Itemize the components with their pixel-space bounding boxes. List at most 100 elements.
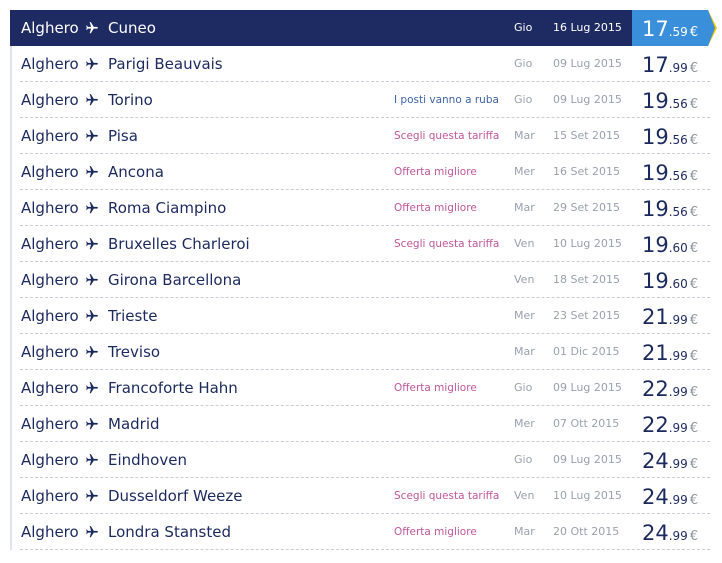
destination-city: Pisa	[108, 127, 138, 145]
departure-date: 16 Lug 2015	[553, 21, 622, 34]
departure-date: 09 Lug 2015	[553, 381, 622, 394]
weekday: Ven	[514, 237, 535, 250]
plane-icon	[86, 130, 98, 142]
departure-date: 09 Lug 2015	[553, 453, 622, 466]
flight-row[interactable]: Alghero Parigi Beauvais Gio 09 Lug 2015 …	[10, 46, 722, 82]
flight-row[interactable]: Alghero Francoforte Hahn Offerta miglior…	[10, 370, 722, 406]
origin-city: Alghero	[21, 415, 79, 433]
flight-row[interactable]: Alghero Torino I posti vanno a ruba Gio …	[10, 82, 722, 118]
currency-symbol: €	[689, 241, 699, 256]
destination-city: Ancona	[108, 163, 164, 181]
price-integer: 17	[642, 53, 669, 77]
flight-row[interactable]: Alghero Trieste Mer 23 Set 2015 21.99 €	[10, 298, 722, 334]
destination-city: Parigi Beauvais	[108, 55, 223, 73]
price-decimal: .99	[668, 493, 688, 507]
departure-date: 29 Set 2015	[553, 201, 621, 214]
currency-symbol: €	[689, 529, 699, 544]
currency-symbol: €	[689, 97, 699, 112]
departure-date: 16 Set 2015	[553, 165, 621, 178]
currency-symbol: €	[689, 457, 699, 472]
plane-icon	[86, 490, 98, 502]
price-integer: 19	[642, 161, 669, 185]
flight-row[interactable]: Alghero Eindhoven Gio 09 Lug 2015 24.99 €	[10, 442, 722, 478]
flight-row-selected[interactable]: Alghero Cuneo Gio 16 Lug 2015 17.59 €	[10, 10, 717, 46]
destination-city: Londra Stansted	[108, 523, 231, 541]
promo-label: Scegli questa tariffa	[394, 490, 500, 502]
price-decimal: .60	[668, 277, 688, 291]
departure-date: 09 Lug 2015	[553, 57, 622, 70]
row-left-border	[10, 262, 12, 298]
flight-row[interactable]: Alghero Pisa Scegli questa tariffa Mar 1…	[10, 118, 722, 154]
price-decimal: .99	[668, 313, 688, 327]
currency-symbol: €	[689, 61, 699, 76]
origin-city: Alghero	[21, 487, 79, 505]
weekday: Ven	[514, 273, 535, 286]
flight-row[interactable]: Alghero Roma Ciampino Offerta migliore M…	[10, 190, 722, 226]
plane-icon	[86, 58, 98, 70]
destination-city: Cuneo	[108, 19, 156, 37]
price-integer: 22	[642, 377, 669, 401]
row-left-border	[10, 442, 12, 478]
flight-row[interactable]: Alghero Madrid Mer 07 Ott 2015 22.99 €	[10, 406, 722, 442]
destination-city: Girona Barcellona	[108, 271, 242, 289]
origin-city: Alghero	[21, 451, 79, 469]
row-left-border	[10, 226, 12, 262]
price-decimal: .99	[668, 529, 688, 543]
price-integer: 24	[642, 521, 669, 545]
flight-row[interactable]: Alghero Girona Barcellona Ven 18 Set 201…	[10, 262, 722, 298]
flight-row[interactable]: Alghero Londra Stansted Offerta migliore…	[10, 514, 722, 550]
departure-date: 10 Lug 2015	[553, 237, 622, 250]
plane-icon	[86, 238, 98, 250]
currency-symbol: €	[689, 277, 699, 292]
plane-icon	[86, 346, 98, 358]
row-left-border	[10, 118, 12, 154]
weekday: Ven	[514, 489, 535, 502]
price-decimal: .56	[668, 205, 688, 219]
row-left-border	[10, 406, 12, 442]
origin-city: Alghero	[21, 523, 79, 541]
departure-date: 01 Dic 2015	[553, 345, 620, 358]
destination-city: Torino	[108, 91, 153, 109]
plane-icon	[86, 202, 98, 214]
flight-row[interactable]: Alghero Bruxelles Charleroi Scegli quest…	[10, 226, 722, 262]
destination-city: Bruxelles Charleroi	[108, 235, 250, 253]
destination-city: Trieste	[108, 307, 158, 325]
row-left-border	[10, 154, 12, 190]
destination-city: Roma Ciampino	[108, 199, 227, 217]
weekday: Gio	[514, 21, 533, 34]
origin-city: Alghero	[21, 55, 79, 73]
weekday: Mer	[514, 417, 535, 430]
price-decimal: .56	[668, 169, 688, 183]
origin-city: Alghero	[21, 235, 79, 253]
price-decimal: .60	[668, 241, 688, 255]
row-divider	[20, 549, 710, 550]
currency-symbol: €	[689, 133, 699, 148]
origin-city: Alghero	[21, 379, 79, 397]
weekday: Mar	[514, 345, 535, 358]
price-integer: 21	[642, 341, 669, 365]
origin-city: Alghero	[21, 163, 79, 181]
plane-icon	[86, 454, 98, 466]
departure-date: 07 Ott 2015	[553, 417, 620, 430]
plane-icon	[86, 310, 98, 322]
origin-city: Alghero	[21, 307, 79, 325]
currency-symbol: €	[689, 25, 699, 40]
destination-city: Dusseldorf Weeze	[108, 487, 243, 505]
flight-row[interactable]: Alghero Treviso Mar 01 Dic 2015 21.99 €	[10, 334, 722, 370]
origin-city: Alghero	[21, 19, 79, 37]
departure-date: 09 Lug 2015	[553, 93, 622, 106]
price-decimal: .99	[668, 421, 688, 435]
flight-row[interactable]: Alghero Ancona Offerta migliore Mer 16 S…	[10, 154, 722, 190]
price-integer: 17	[642, 17, 669, 41]
weekday: Gio	[514, 381, 533, 394]
weekday: Mar	[514, 129, 535, 142]
price-decimal: .56	[668, 133, 688, 147]
weekday: Gio	[514, 57, 533, 70]
origin-city: Alghero	[21, 199, 79, 217]
promo-label: Scegli questa tariffa	[394, 238, 500, 250]
price-integer: 24	[642, 485, 669, 509]
flight-row[interactable]: Alghero Dusseldorf Weeze Scegli questa t…	[10, 478, 722, 514]
row-left-border	[10, 370, 12, 406]
origin-city: Alghero	[21, 127, 79, 145]
currency-symbol: €	[689, 313, 699, 328]
